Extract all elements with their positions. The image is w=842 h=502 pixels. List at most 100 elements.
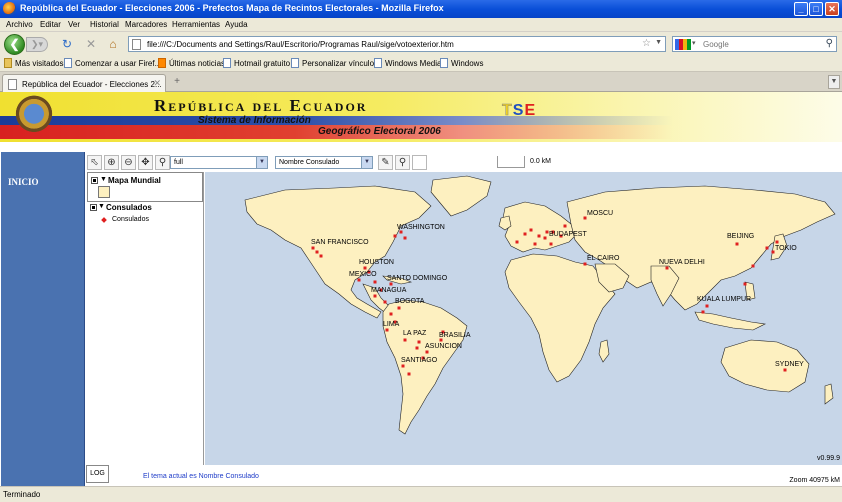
consulate-point[interactable] — [549, 242, 553, 246]
consulate-point[interactable] — [765, 246, 769, 250]
layer-visibility-checkbox[interactable] — [91, 177, 98, 184]
expand-icon[interactable]: ▼ — [100, 176, 107, 183]
forward-button[interactable]: ❯▾ — [26, 37, 48, 52]
consulate-point[interactable] — [701, 310, 705, 314]
consulate-point[interactable] — [389, 312, 393, 316]
select-pointer-icon[interactable]: ⬁ — [87, 155, 102, 170]
consulate-point[interactable] — [403, 338, 407, 342]
menu-ver[interactable]: Ver — [68, 20, 80, 29]
consulate-point[interactable] — [373, 294, 377, 298]
menu-bar: Archivo Editar Ver Historial Marcadores … — [0, 18, 842, 32]
consulate-point[interactable] — [537, 234, 541, 238]
google-icon[interactable] — [675, 39, 691, 50]
consulate-point[interactable] — [735, 242, 739, 246]
consulate-point[interactable] — [407, 372, 411, 376]
bookmark-comenzar[interactable]: Comenzar a usar Firef... — [64, 58, 161, 70]
consulate-point[interactable] — [533, 242, 537, 246]
consulate-point[interactable] — [403, 236, 407, 240]
menu-historial[interactable]: Historial — [90, 20, 119, 29]
stop-icon[interactable]: ✕ — [84, 37, 98, 51]
bookmark-mas-visitados[interactable]: Más visitados — [4, 58, 63, 70]
bookmark-windows[interactable]: Windows — [440, 58, 483, 70]
url-dropdown-icon[interactable]: ▼ — [655, 39, 662, 46]
url-bar[interactable]: file:///C:/Documents and Settings/Raul/E… — [128, 36, 666, 52]
consulate-point[interactable] — [425, 350, 429, 354]
log-button[interactable]: LOG — [86, 465, 109, 483]
consulate-point[interactable] — [417, 340, 421, 344]
consulate-point[interactable] — [751, 264, 755, 268]
bookmark-star-icon[interactable]: ☆ — [642, 38, 651, 49]
consulate-point[interactable] — [319, 254, 323, 258]
menu-archivo[interactable]: Archivo — [6, 20, 33, 29]
blank-tool[interactable] — [412, 155, 427, 170]
consulate-point[interactable] — [743, 282, 747, 286]
search-icon[interactable]: ⚲ — [826, 38, 833, 49]
consulate-point[interactable] — [363, 266, 367, 270]
consulate-point[interactable] — [583, 262, 587, 266]
tab-list-dropdown-icon[interactable]: ▼ — [828, 75, 840, 89]
consulate-point[interactable] — [389, 282, 393, 286]
consulate-point[interactable] — [357, 278, 361, 282]
consulate-point[interactable] — [385, 328, 389, 332]
consulate-point[interactable] — [393, 234, 397, 238]
tab-close-icon[interactable]: ✕ — [153, 78, 161, 89]
menu-editar[interactable]: Editar — [40, 20, 61, 29]
consulate-point[interactable] — [665, 266, 669, 270]
chevron-down-icon[interactable]: ▼ — [361, 157, 372, 168]
close-button[interactable]: ✕ — [825, 2, 839, 16]
consulate-point[interactable] — [401, 364, 405, 368]
identify-icon[interactable]: ⚲ — [155, 155, 170, 170]
home-icon[interactable]: ⌂ — [106, 37, 120, 51]
bookmark-personalizar[interactable]: Personalizar vínculos — [291, 58, 378, 70]
layer-visibility-checkbox[interactable] — [90, 204, 97, 211]
map-svg[interactable]: SAN FRANCISCO WASHINGTON HOUSTON MEXICO SANT… — [205, 172, 842, 465]
consulate-point[interactable] — [523, 232, 527, 236]
consulate-point[interactable] — [563, 224, 567, 228]
menu-ayuda[interactable]: Ayuda — [225, 20, 248, 29]
consulate-point[interactable] — [415, 346, 419, 350]
city-label: BOGOTA — [395, 298, 425, 305]
menu-marcadores[interactable]: Marcadores — [125, 20, 167, 29]
bookmark-windows-media[interactable]: Windows Media — [374, 58, 441, 70]
consulate-point[interactable] — [397, 306, 401, 310]
consulate-point[interactable] — [515, 240, 519, 244]
pan-icon[interactable]: ✥ — [138, 155, 153, 170]
measure-icon[interactable]: ✎ — [378, 155, 393, 170]
layer-title[interactable]: Mapa Mundial — [108, 176, 161, 185]
legend-label: Consulados — [112, 216, 149, 223]
consulate-point[interactable] — [775, 240, 779, 244]
extent-select[interactable]: full ▼ — [170, 156, 268, 169]
world-map[interactable]: SAN FRANCISCO WASHINGTON HOUSTON MEXICO SANT… — [205, 172, 842, 465]
expand-icon[interactable]: ▼ — [98, 203, 105, 210]
search-box[interactable]: ▾ ⚲ — [672, 36, 837, 52]
consulate-point[interactable] — [783, 368, 787, 372]
maximize-button[interactable]: □ — [809, 2, 823, 16]
consulate-point[interactable] — [315, 250, 319, 254]
engine-dropdown-icon[interactable]: ▾ — [692, 39, 696, 47]
consulate-point[interactable] — [311, 246, 315, 250]
consulate-point[interactable] — [705, 304, 709, 308]
reload-icon[interactable]: ↻ — [60, 37, 74, 51]
menu-herramientas[interactable]: Herramientas — [172, 20, 220, 29]
back-button[interactable]: ❮ — [4, 34, 25, 55]
info-icon[interactable]: ⚲ — [395, 155, 410, 170]
bookmark-hotmail[interactable]: Hotmail gratuito — [223, 58, 290, 70]
zoom-out-icon[interactable]: ⊖ — [121, 155, 136, 170]
zoom-in-icon[interactable]: ⊕ — [104, 155, 119, 170]
chevron-down-icon[interactable]: ▼ — [256, 157, 267, 168]
layer-consulados-title[interactable]: Consulados — [106, 203, 152, 212]
inicio-link[interactable]: INICIO — [8, 177, 39, 187]
consulate-point[interactable] — [529, 228, 533, 232]
new-tab-icon[interactable]: + — [170, 76, 184, 90]
consulate-point[interactable] — [383, 300, 387, 304]
minimize-button[interactable]: _ — [794, 2, 808, 16]
consulate-point[interactable] — [373, 280, 377, 284]
layers-panel: ▼ Mapa Mundial ▼ Consulados Consulados — [86, 172, 204, 465]
consulate-point[interactable] — [543, 236, 547, 240]
bookmark-ultimas-noticias[interactable]: Últimas noticias — [158, 58, 225, 70]
field-select[interactable]: Nombre Consulado ▼ — [275, 156, 373, 169]
city-label: SANTO DOMINGO — [387, 275, 448, 282]
tab-active[interactable]: República del Ecuador - Elecciones 2... … — [2, 74, 166, 92]
search-input[interactable] — [703, 39, 818, 50]
madagascar — [598, 339, 610, 363]
